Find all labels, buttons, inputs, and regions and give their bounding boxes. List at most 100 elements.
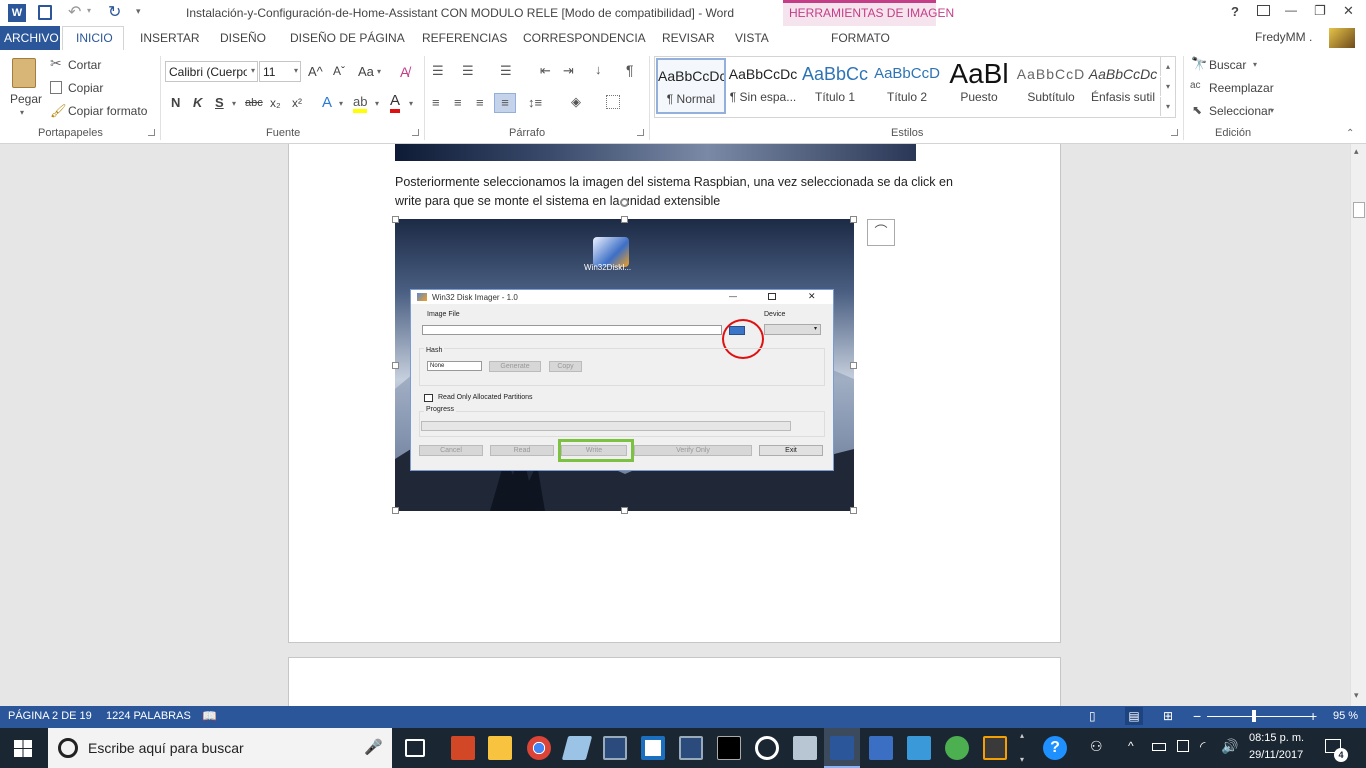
resize-handle[interactable]	[850, 216, 857, 223]
sublime-taskbar-icon[interactable]	[983, 736, 1007, 760]
clear-formatting-icon[interactable]: A̸	[400, 64, 409, 80]
undo-dropdown-icon[interactable]: ▾	[87, 6, 91, 15]
zoom-in-button[interactable]: +	[1309, 708, 1317, 724]
previous-image-crop[interactable]	[395, 144, 916, 161]
highlight-icon[interactable]: ab	[353, 94, 368, 113]
zoom-out-button[interactable]: −	[1193, 708, 1201, 724]
app-taskbar-icon[interactable]	[755, 736, 779, 760]
virtualbox-taskbar-icon[interactable]	[603, 736, 627, 760]
align-left-icon[interactable]: ≡	[432, 95, 440, 110]
powerpoint-taskbar-icon[interactable]	[451, 736, 475, 760]
styles-scroll-up-icon[interactable]: ▴	[1160, 57, 1175, 76]
app-taskbar-icon[interactable]	[641, 736, 665, 760]
undo-icon[interactable]: ↶	[68, 2, 81, 22]
save-icon[interactable]	[38, 5, 52, 20]
tab-insert[interactable]: INSERTAR	[140, 31, 200, 45]
help-tray-icon[interactable]: ?	[1043, 736, 1067, 760]
scroll-thumb[interactable]	[1353, 202, 1365, 218]
replace-button[interactable]: Reemplazar	[1209, 81, 1274, 95]
strikethrough-button[interactable]: abc	[245, 97, 263, 109]
zoom-slider-track[interactable]	[1207, 716, 1310, 717]
tab-home-label[interactable]: INICIO	[76, 31, 113, 45]
shrink-font-button[interactable]: Aˇ	[333, 64, 345, 78]
tab-review[interactable]: REVISAR	[662, 31, 715, 45]
resize-handle[interactable]	[392, 507, 399, 514]
align-right-icon[interactable]: ≡	[476, 95, 484, 110]
borders-icon[interactable]	[606, 95, 620, 109]
clock-date[interactable]: 29/11/2017	[1249, 749, 1303, 761]
paste-button[interactable]: Pegar	[10, 92, 42, 106]
scroll-down-icon[interactable]: ▾	[1354, 690, 1359, 701]
bullets-icon[interactable]: ☰	[432, 63, 444, 79]
tab-mailings[interactable]: CORRESPONDENCIA	[523, 31, 646, 45]
app-taskbar-icon[interactable]	[561, 736, 593, 760]
chevron-down-icon[interactable]: ▾	[1270, 106, 1274, 115]
text-effects-icon[interactable]: A	[322, 94, 332, 111]
chevron-down-icon[interactable]: ▾	[232, 99, 236, 108]
increase-indent-icon[interactable]: ⇥	[563, 63, 574, 79]
web-layout-icon[interactable]: ⊞	[1163, 709, 1173, 723]
microphone-icon[interactable]: 🎤	[364, 738, 383, 756]
select-button[interactable]: Seleccionar	[1209, 104, 1272, 118]
style-subtle-emphasis[interactable]: AaBbCcDc Énfasis sutil	[1088, 58, 1158, 114]
print-layout-icon[interactable]: ▤	[1125, 707, 1143, 725]
minimize-button[interactable]: —	[1285, 3, 1297, 17]
numbering-icon[interactable]: ☰	[462, 63, 474, 79]
style-normal[interactable]: AaBbCcDc ¶ Normal	[656, 58, 726, 114]
word-taskbar-icon[interactable]	[830, 736, 854, 760]
resize-handle[interactable]	[621, 507, 628, 514]
vertical-scrollbar[interactable]: ▴ ▾	[1350, 144, 1366, 706]
paste-icon[interactable]	[12, 58, 36, 88]
style-heading-2[interactable]: AaBbCcD Título 2	[872, 58, 942, 114]
document-canvas[interactable]: Posteriormente seleccionamos la imagen d…	[0, 144, 1350, 706]
chevron-down-icon[interactable]: ▾	[377, 67, 381, 76]
scroll-up-icon[interactable]: ▴	[1354, 146, 1359, 157]
font-size-select[interactable]: 11 ▾	[259, 61, 301, 82]
resize-handle[interactable]	[392, 216, 399, 223]
volume-icon[interactable]: 🔊	[1221, 738, 1238, 755]
app-taskbar-icon[interactable]	[907, 736, 931, 760]
multilevel-list-icon[interactable]: ☰	[500, 63, 512, 79]
font-name-select[interactable]: Calibri (Cuerpo ▾	[165, 61, 258, 82]
tray-expand-icon[interactable]: ^	[1128, 739, 1134, 753]
zoom-slider-thumb[interactable]	[1252, 710, 1256, 722]
chevron-down-icon[interactable]: ▾	[339, 99, 343, 108]
app-taskbar-icon[interactable]	[945, 736, 969, 760]
terminal-taskbar-icon[interactable]	[717, 736, 741, 760]
paragraph-launcher-icon[interactable]	[637, 129, 644, 136]
resize-handle[interactable]	[392, 362, 399, 369]
taskbar-scroll-icon[interactable]: ▴ ▾	[1020, 730, 1024, 766]
sort-icon[interactable]: ↓	[595, 62, 602, 77]
zoom-level[interactable]: 95 %	[1333, 710, 1358, 722]
style-title[interactable]: AaBl Puesto	[944, 58, 1014, 114]
find-button[interactable]: Buscar	[1209, 58, 1246, 72]
read-mode-icon[interactable]: ▯	[1089, 709, 1096, 723]
show-formatting-button[interactable]: ¶	[626, 62, 634, 78]
tab-layout[interactable]: DISEÑO DE PÁGINA	[290, 31, 405, 45]
network-adapter-icon[interactable]	[1177, 740, 1189, 752]
help-button[interactable]: ?	[1231, 4, 1239, 19]
word-count[interactable]: 1224 PALABRAS	[106, 710, 191, 722]
chevron-down-icon[interactable]: ▾	[375, 99, 379, 108]
collapse-ribbon-icon[interactable]: ⌃	[1346, 128, 1354, 139]
superscript-button[interactable]: x²	[292, 96, 302, 110]
document-page[interactable]: Posteriormente seleccionamos la imagen d…	[288, 144, 1061, 643]
start-button-icon[interactable]	[14, 740, 32, 757]
copy-button[interactable]: Copiar	[68, 81, 103, 95]
tab-format[interactable]: FORMATO	[831, 31, 890, 45]
style-no-spacing[interactable]: AaBbCcDc ¶ Sin espa...	[728, 58, 798, 114]
app-taskbar-icon[interactable]	[793, 736, 817, 760]
redo-icon[interactable]: ↻	[108, 2, 121, 22]
style-heading-1[interactable]: AaBbCc Título 1	[800, 58, 870, 114]
underline-button[interactable]: S	[215, 95, 224, 110]
close-button[interactable]: ✕	[1343, 3, 1354, 19]
clock-time[interactable]: 08:15 p. m.	[1249, 732, 1304, 744]
resize-handle[interactable]	[850, 362, 857, 369]
chevron-down-icon[interactable]: ▾	[409, 99, 413, 108]
tab-references[interactable]: REFERENCIAS	[422, 31, 507, 45]
subscript-button[interactable]: x₂	[270, 96, 281, 110]
people-icon[interactable]: ⚇	[1090, 738, 1103, 755]
styles-launcher-icon[interactable]	[1171, 129, 1178, 136]
font-launcher-icon[interactable]	[412, 129, 419, 136]
restore-button[interactable]: ❐	[1314, 3, 1326, 19]
